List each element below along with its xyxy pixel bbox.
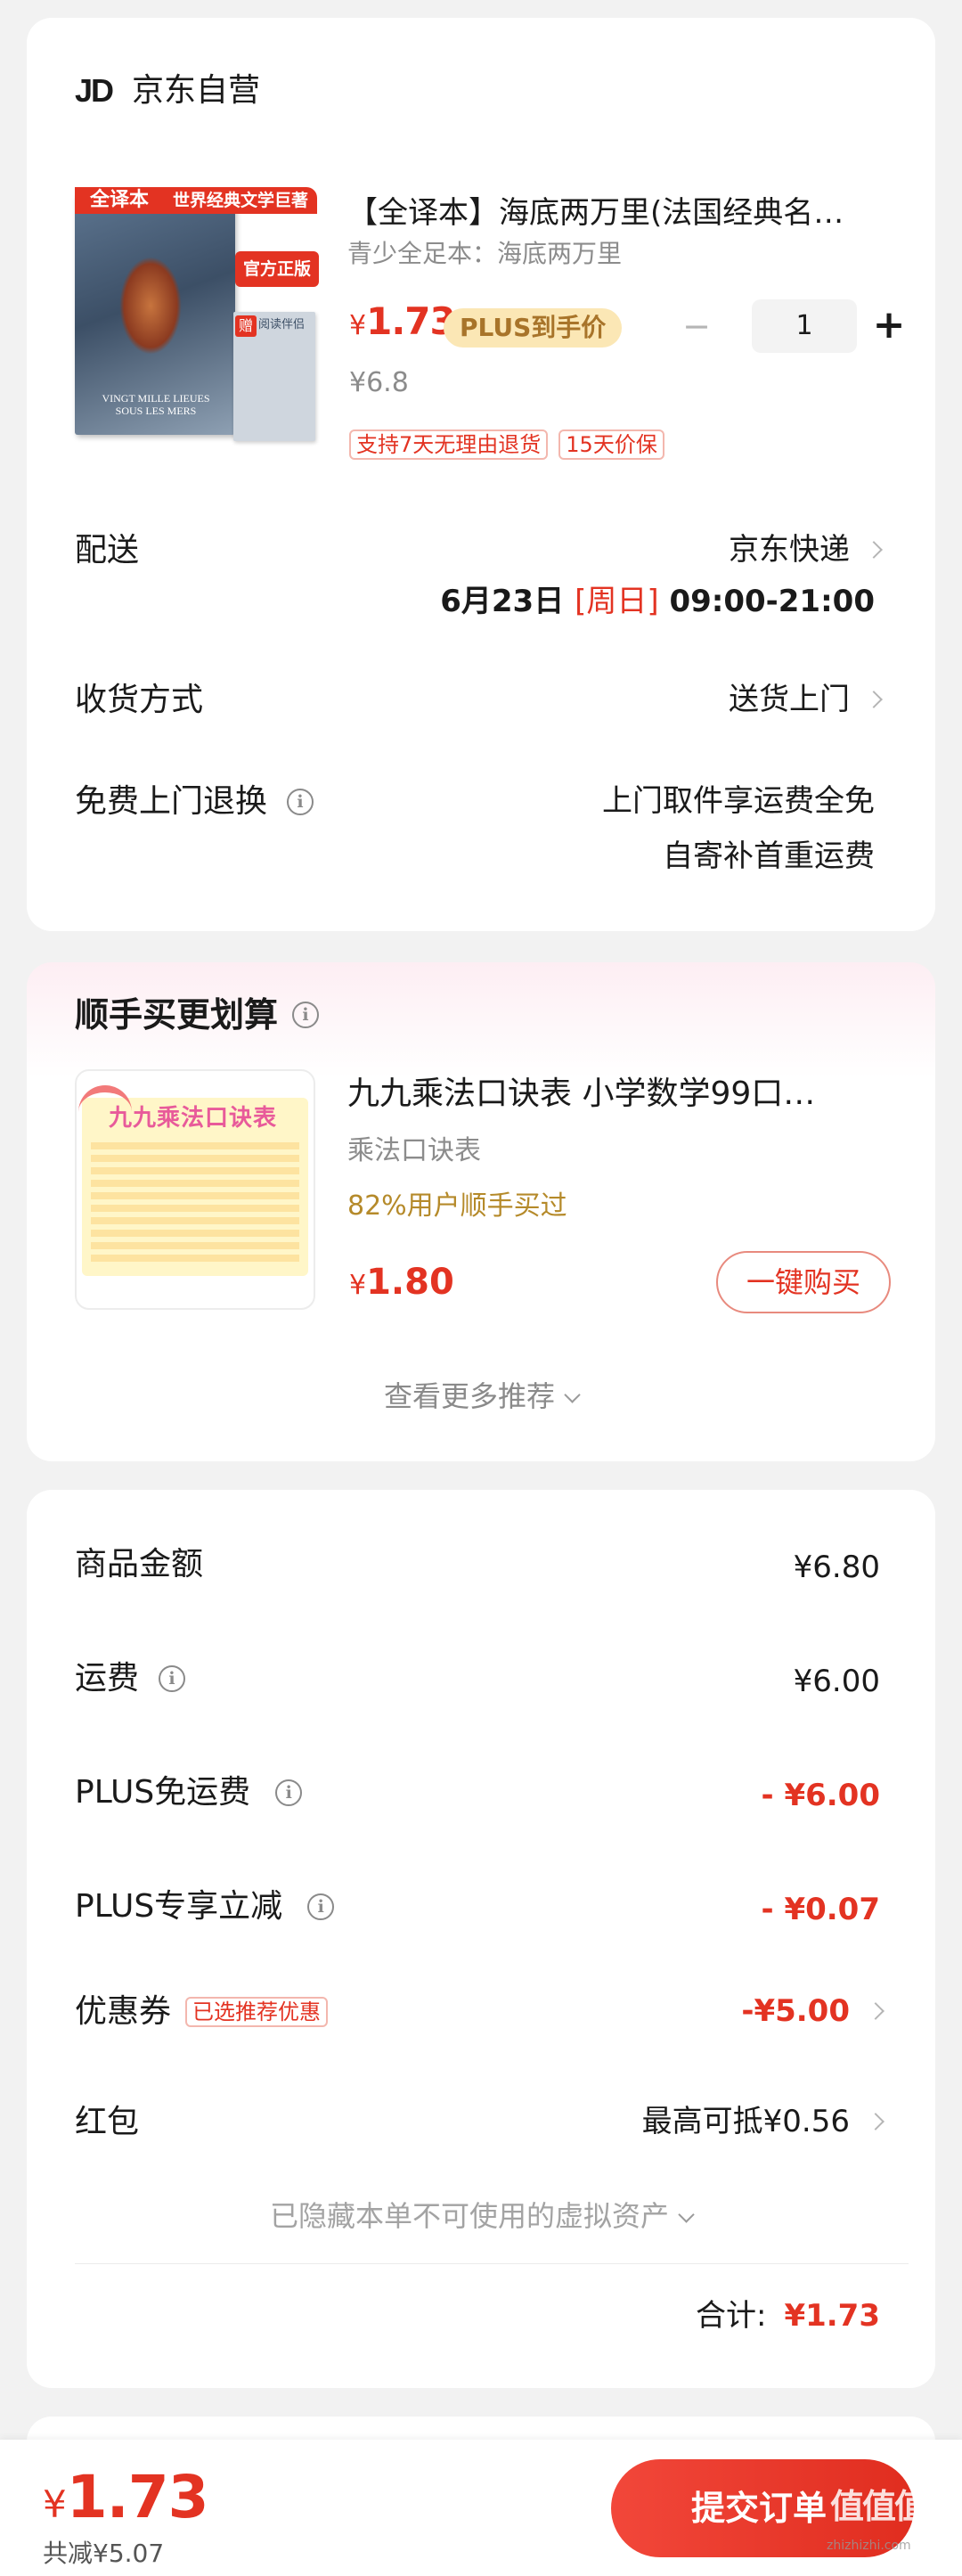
jd-logo: JD	[75, 72, 114, 109]
receive-method-value: 送货上门	[729, 682, 850, 717]
order-card: JD 京东自营 VINGT MILLE LIEUES SOUS LES MERS…	[27, 18, 935, 931]
summary-coupon-label: 优惠券	[75, 1993, 172, 2030]
tag-price-protect: 15天价保	[558, 429, 664, 460]
gift-label: 赠	[235, 315, 257, 337]
summary-shipping-label: 运费	[75, 1660, 140, 1697]
chart-title: 九九乘法口诀表	[109, 1105, 278, 1132]
free-return-label: 免费上门退换	[75, 783, 268, 820]
summary-plus-freeship-value: - ¥6.00	[761, 1778, 881, 1813]
summary-plus-discount-label: PLUS专享立减	[75, 1888, 283, 1925]
shop-name: 京东自营	[132, 72, 261, 109]
summary-coupon-value: -¥5.00	[741, 1993, 850, 2029]
bottom-bar: ¥1.73 共减¥5.07 提交订单 值值值 zhizhizhi.com	[0, 2440, 962, 2576]
summary-coupon-label-row: 优惠券 已选推荐优惠	[75, 1991, 329, 2033]
info-icon[interactable]: i	[287, 789, 314, 815]
info-icon[interactable]: i	[159, 1665, 186, 1692]
chevron-down-icon	[678, 2206, 695, 2223]
cover-series: 世界经典文学巨著	[164, 187, 317, 214]
product-image[interactable]: VINGT MILLE LIEUES SOUS LES MERS 赠 阅读伴侣 …	[75, 187, 342, 450]
recommend-item-price: ¥1.80	[349, 1262, 454, 1303]
summary-redpacket-value: 最高可抵¥0.56	[641, 2104, 850, 2139]
watermark-url: zhizhizhi.com	[827, 2539, 911, 2553]
bottom-saved-amount: 共减¥5.07	[43, 2539, 165, 2568]
recommend-item-title[interactable]: 九九乘法口诀表 小学数学99口…	[347, 1073, 909, 1116]
chevron-right-icon	[865, 691, 883, 708]
chart-grid	[91, 1142, 299, 1267]
recommend-item-social: 82%用户顺手买过	[347, 1190, 567, 1222]
summary-goods-amount-value: ¥6.80	[793, 1550, 880, 1585]
receive-method-label: 收货方式	[75, 682, 204, 718]
watermark-logo: 值值值	[830, 2487, 928, 2526]
chevron-down-icon	[564, 1386, 581, 1403]
summary-shipping-value: ¥6.00	[793, 1664, 880, 1699]
summary-total: 合计: ¥1.73	[695, 2298, 880, 2334]
quantity-stepper: − 1 +	[661, 299, 910, 353]
summary-plus-freeship-label: PLUS免运费	[75, 1774, 251, 1811]
chevron-right-icon	[867, 2113, 885, 2130]
recommend-header: 顺手买更划算 i	[75, 993, 320, 1037]
info-icon[interactable]: i	[307, 1893, 335, 1920]
multiplication-chart-illustration: 九九乘法口诀表	[78, 1085, 308, 1276]
summary-plus-freeship-label-row: PLUS免运费 i	[75, 1771, 303, 1814]
delivery-label: 配送	[75, 532, 140, 568]
delivery-time[interactable]: 6月23日 [周日] 09:00-21:00	[440, 581, 875, 622]
quantity-value[interactable]: 1	[752, 299, 857, 353]
summary-shipping-label-row: 运费 i	[75, 1657, 186, 1700]
info-icon[interactable]: i	[275, 1779, 303, 1806]
cover-latin-title: VINGT MILLE LIEUES SOUS LES MERS	[102, 392, 210, 417]
info-icon[interactable]: i	[292, 1002, 320, 1028]
coupon-selected-tag: 已选推荐优惠	[185, 1997, 329, 2027]
quantity-minus-button[interactable]: −	[679, 299, 714, 353]
original-price: ¥6.8	[349, 367, 409, 398]
summary-coupon-row[interactable]: -¥5.00	[741, 1991, 885, 2032]
recommend-title: 顺手买更划算	[75, 995, 279, 1034]
hidden-assets-toggle[interactable]: 已隐藏本单不可使用的虚拟资产	[27, 2197, 935, 2235]
summary-redpacket-row[interactable]: 最高可抵¥0.56	[641, 2101, 885, 2142]
cover-badge: 全译本	[75, 187, 164, 214]
one-click-buy-button[interactable]: 一键购买	[716, 1251, 891, 1313]
summary-goods-amount-label: 商品金额	[75, 1546, 204, 1582]
summary-plus-discount-value: - ¥0.07	[761, 1892, 881, 1927]
service-tags: 支持7天无理由退货 15天价保	[349, 429, 664, 460]
summary-divider	[75, 2263, 909, 2264]
free-return-line1: 上门取件享运费全免	[602, 783, 875, 819]
delivery-carrier: 京东快递	[729, 532, 850, 568]
recommend-item-subtitle: 乘法口诀表	[347, 1135, 481, 1166]
delivery-carrier-row[interactable]: 京东快递	[729, 529, 883, 570]
product-title[interactable]: 【全译本】海底两万里(法国经典名…	[347, 192, 900, 233]
guide-label: 阅读伴侣	[258, 318, 306, 331]
book-cover-main: VINGT MILLE LIEUES SOUS LES MERS	[75, 194, 235, 435]
shop-header[interactable]: JD 京东自营	[75, 70, 260, 112]
book-cover-gift: 赠 阅读伴侣	[233, 312, 315, 441]
bottom-total-price: ¥1.73	[43, 2463, 209, 2531]
cover-official: 官方正版	[235, 251, 319, 287]
recommend-item-image[interactable]: 九九乘法口诀表	[75, 1069, 315, 1310]
chevron-right-icon	[867, 2002, 885, 2020]
summary-plus-discount-label-row: PLUS专享立减 i	[75, 1885, 335, 1928]
tag-7day-return: 支持7天无理由退货	[349, 429, 549, 460]
free-return-line2: 自寄补首重运费	[663, 838, 875, 874]
receive-method-row[interactable]: 送货上门	[729, 679, 883, 720]
squid-illustration	[119, 257, 182, 355]
plus-price-badge: PLUS到手价	[444, 308, 623, 348]
product-price: ¥1.73	[349, 299, 456, 343]
quantity-plus-button[interactable]: +	[868, 299, 910, 353]
product-subtitle: 青少全足本：海底两万里	[347, 239, 623, 268]
summary-redpacket-label: 红包	[75, 2104, 140, 2140]
summary-card: 商品金额 ¥6.80 运费 i ¥6.00 PLUS免运费 i - ¥6.00 …	[27, 1490, 935, 2388]
view-more-recommend[interactable]: 查看更多推荐	[27, 1378, 935, 1415]
recommend-card: 顺手买更划算 i 九九乘法口诀表 九九乘法口诀表 小学数学99口… 乘法口诀表 …	[27, 962, 935, 1461]
free-return-label-row: 免费上门退换 i	[75, 781, 314, 823]
chevron-right-icon	[865, 541, 883, 559]
